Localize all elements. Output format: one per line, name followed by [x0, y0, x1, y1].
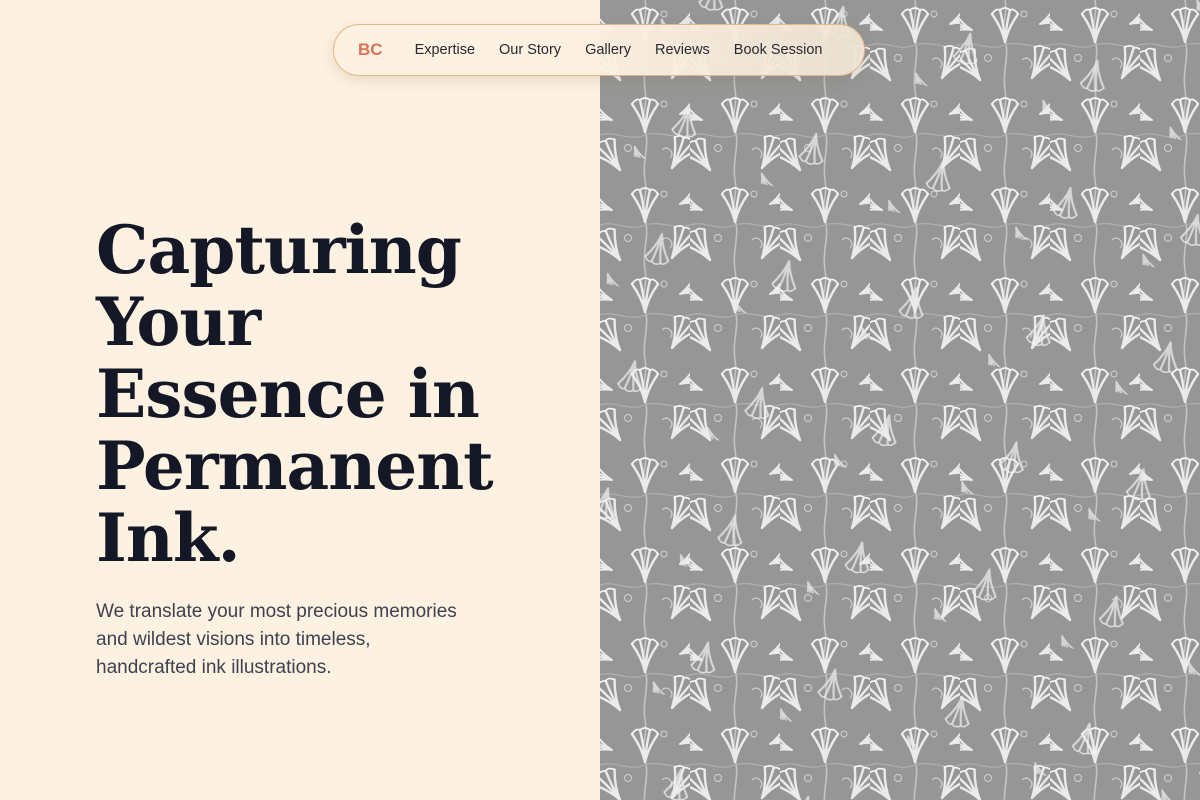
hero-subtitle-line: We translate your most precious memories	[96, 601, 457, 622]
nav-link-gallery[interactable]: Gallery	[585, 42, 631, 58]
hero-title-line: Permanent	[96, 427, 494, 505]
brand-logo[interactable]: BC	[358, 40, 383, 60]
floral-pattern-image	[600, 0, 1200, 800]
nav-link-reviews[interactable]: Reviews	[655, 42, 710, 58]
nav-link-book-session[interactable]: Book Session	[734, 42, 823, 58]
nav-links: Expertise Our Story Gallery Reviews Book…	[415, 42, 823, 58]
hero-title-line: Ink.	[96, 499, 241, 577]
nav-link-our-story[interactable]: Our Story	[499, 42, 561, 58]
hero-title-line: Your	[96, 283, 261, 361]
hero-title-line: Essence in	[96, 355, 480, 433]
hero-subtitle: We translate your most precious memories…	[96, 598, 526, 682]
hero-image	[600, 0, 1200, 800]
hero-subtitle-line: and wildest visions into timeless,	[96, 629, 371, 650]
top-nav: BC Expertise Our Story Gallery Reviews B…	[333, 24, 865, 76]
hero-subtitle-line: handcrafted ink illustrations.	[96, 657, 332, 678]
hero-title: Capturing Your Essence in Permanent Ink.	[96, 214, 576, 574]
nav-link-expertise[interactable]: Expertise	[415, 42, 475, 58]
hero-title-line: Capturing	[96, 211, 462, 289]
hero-text-panel: Capturing Your Essence in Permanent Ink.…	[0, 0, 600, 800]
landing-page: Capturing Your Essence in Permanent Ink.…	[0, 0, 1200, 800]
